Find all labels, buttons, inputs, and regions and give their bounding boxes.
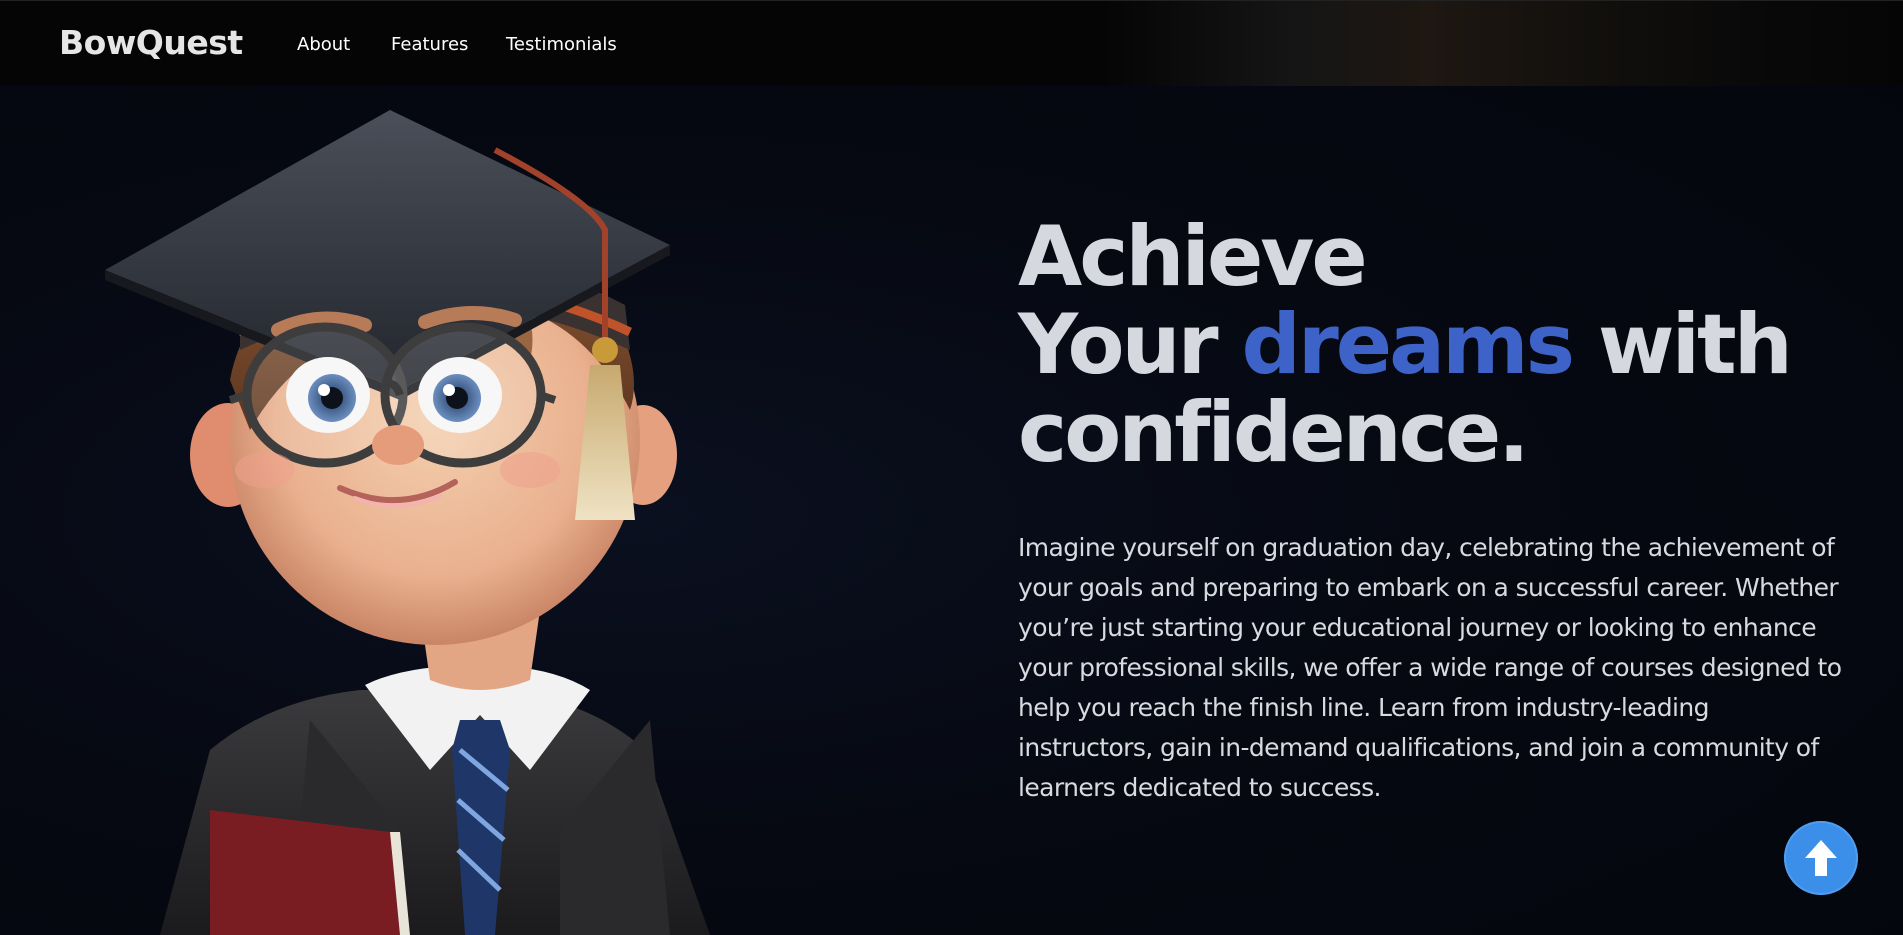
hero-title-line1: Achieve <box>1018 208 1368 305</box>
hero-title-line2: Your dreams with <box>1018 301 1838 389</box>
hero-description: Imagine yourself on graduation day, cele… <box>1018 533 1842 802</box>
page: BowQuest About Features Testimonials Ach… <box>0 0 1903 935</box>
navbar: BowQuest About Features Testimonials <box>0 0 1903 86</box>
nav-link-testimonials[interactable]: Testimonials <box>506 34 617 55</box>
hero-title: Achieve Your dreams with confidence. <box>1018 213 1838 477</box>
hero-title-line3: confidence. <box>1018 384 1530 481</box>
hero-title-with: with <box>1597 296 1793 393</box>
hero-title-accent: dreams <box>1241 296 1575 393</box>
hero-title-your: Your <box>1018 296 1219 393</box>
brand-logo[interactable]: BowQuest <box>59 23 243 62</box>
scroll-to-top-button[interactable] <box>1784 821 1858 895</box>
nav-link-features[interactable]: Features <box>391 34 468 55</box>
graduate-illustration <box>105 110 710 935</box>
nav-link-about[interactable]: About <box>297 34 350 55</box>
arrow-up-icon <box>1805 840 1837 876</box>
